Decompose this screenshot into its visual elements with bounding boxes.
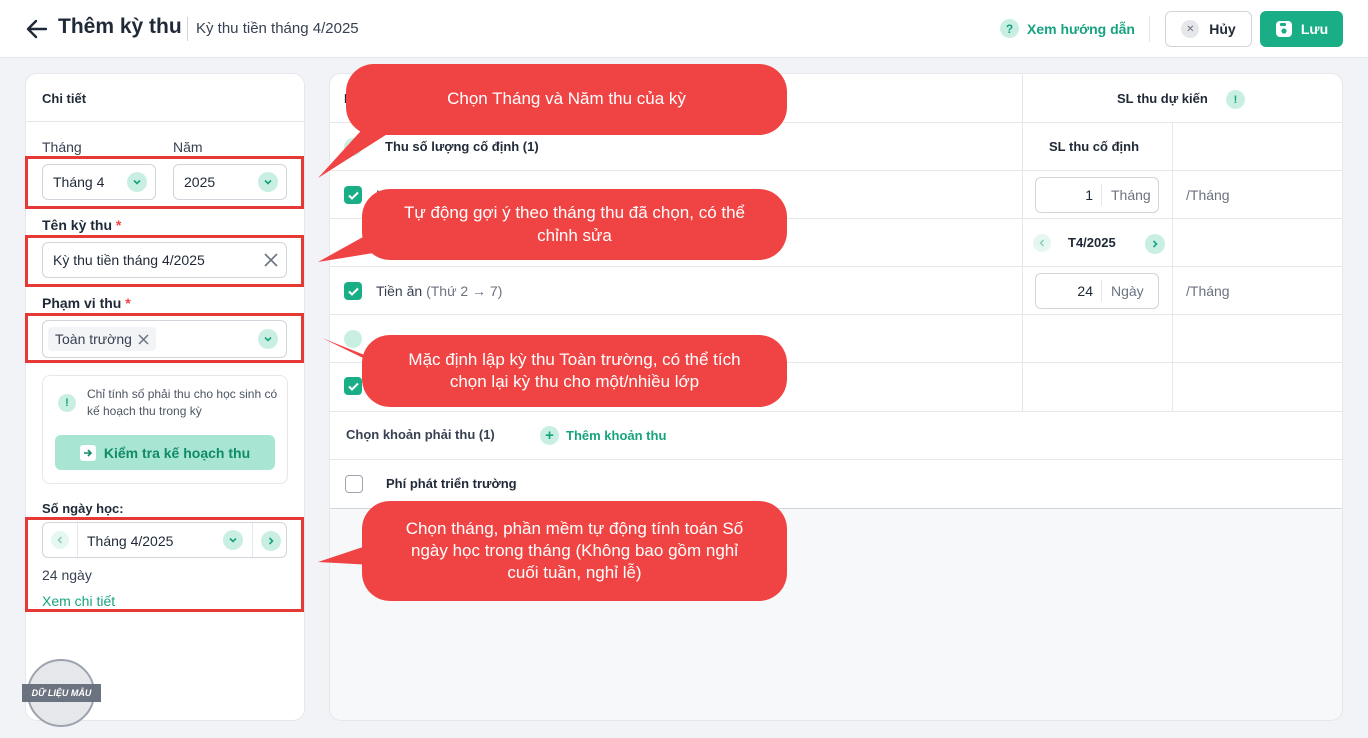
highlight-scope bbox=[25, 313, 304, 363]
collapse-icon[interactable] bbox=[344, 138, 362, 156]
name-label: Tên kỳ thu * bbox=[42, 217, 122, 233]
highlight-name bbox=[25, 235, 304, 287]
guide-label: Xem hướng dẫn bbox=[1027, 20, 1135, 37]
row1-qty-value: 1 bbox=[1036, 184, 1102, 206]
column-divider bbox=[1022, 74, 1023, 411]
callout-school-days: Chọn tháng, phần mềm tự động tính toán S… bbox=[362, 501, 787, 601]
divider bbox=[26, 121, 304, 122]
detail-section-title: Chi tiết bbox=[42, 91, 87, 106]
header-divider bbox=[1149, 16, 1150, 42]
plus-icon: + bbox=[540, 426, 559, 445]
divider bbox=[330, 266, 1342, 267]
school-days-label: Số ngày học: bbox=[42, 501, 124, 516]
close-icon: ✕ bbox=[1181, 20, 1200, 38]
row1-unit: Tháng bbox=[1111, 187, 1151, 203]
group-fixed-title: Thu số lượng cố định (1) bbox=[385, 139, 539, 154]
row2-qty-input[interactable]: 24 Ngày bbox=[1035, 273, 1159, 309]
row2-per: /Tháng bbox=[1186, 283, 1230, 299]
col-header-expected: SL thu dự kiến bbox=[1117, 91, 1208, 106]
row1-per: /Tháng bbox=[1186, 187, 1230, 203]
save-button[interactable]: Lưu bbox=[1260, 11, 1343, 47]
highlight-month-year bbox=[25, 156, 304, 209]
page-subtitle: Kỳ thu tiền tháng 4/2025 bbox=[196, 20, 359, 37]
callout-scope: Mặc định lập kỳ thu Toàn trường, có thể … bbox=[362, 335, 787, 407]
divider bbox=[330, 459, 1342, 460]
month-label: Tháng bbox=[42, 139, 82, 155]
highlight-school-days bbox=[25, 517, 304, 612]
add-fee-label: Thêm khoản thu bbox=[566, 428, 667, 443]
row-checkbox[interactable] bbox=[344, 282, 362, 300]
column-divider bbox=[1172, 123, 1173, 411]
divider bbox=[330, 411, 1342, 412]
collapse-icon[interactable] bbox=[344, 330, 362, 348]
scope-label: Phạm vi thu * bbox=[42, 295, 131, 311]
prev-month-icon[interactable] bbox=[1033, 234, 1051, 252]
check-plan-label: Kiểm tra kế hoạch thu bbox=[103, 444, 251, 461]
note-text: Chỉ tính số phải thu cho học sinh có kế … bbox=[87, 387, 278, 418]
sample-data-label: DỮ LIỆU MẪU bbox=[22, 684, 101, 702]
row-checkbox[interactable] bbox=[344, 186, 362, 204]
row2-unit: Ngày bbox=[1111, 283, 1144, 299]
back-arrow-icon[interactable] bbox=[24, 17, 50, 41]
optional-fees-label: Chọn khoản phải thu (1) bbox=[346, 427, 495, 442]
year-label: Năm bbox=[173, 139, 203, 155]
row2-qty-value: 24 bbox=[1036, 280, 1102, 302]
row-checkbox[interactable] bbox=[344, 377, 362, 395]
row1-qty-input[interactable]: 1 Tháng bbox=[1035, 177, 1159, 213]
month-nav-label: T4/2025 bbox=[1068, 235, 1116, 250]
guide-link[interactable]: ? Xem hướng dẫn bbox=[1000, 19, 1135, 38]
arrow-right-icon bbox=[79, 444, 96, 461]
add-fee-button[interactable]: + Thêm khoản thu bbox=[540, 426, 666, 445]
divider bbox=[330, 314, 1342, 315]
save-label: Lưu bbox=[1300, 21, 1329, 37]
next-month-icon[interactable] bbox=[1145, 234, 1165, 254]
help-icon: ? bbox=[1000, 19, 1019, 38]
callout-name: Tự động gợi ý theo tháng thu đã chọn, có… bbox=[362, 189, 787, 260]
info-icon[interactable]: ! bbox=[1226, 90, 1245, 109]
check-plan-button[interactable]: Kiểm tra kế hoạch thu bbox=[55, 435, 275, 470]
callout-month-year: Chọn Tháng và Năm thu của kỳ bbox=[346, 64, 787, 135]
cancel-button[interactable]: ✕ Hủy bbox=[1165, 11, 1252, 47]
fee-name: Phí phát triển trường bbox=[386, 476, 517, 491]
page-title: Thêm kỳ thu bbox=[58, 15, 182, 38]
fee-checkbox[interactable] bbox=[345, 475, 363, 493]
title-divider bbox=[187, 17, 188, 41]
save-icon bbox=[1275, 21, 1292, 37]
cancel-label: Hủy bbox=[1209, 21, 1236, 37]
info-icon: ! bbox=[58, 394, 76, 412]
col-fixed-qty: SL thu cố định bbox=[1049, 139, 1140, 154]
divider bbox=[330, 170, 1342, 171]
row2-name: Tiền ăn (Thứ 2 → 7) bbox=[376, 283, 503, 299]
